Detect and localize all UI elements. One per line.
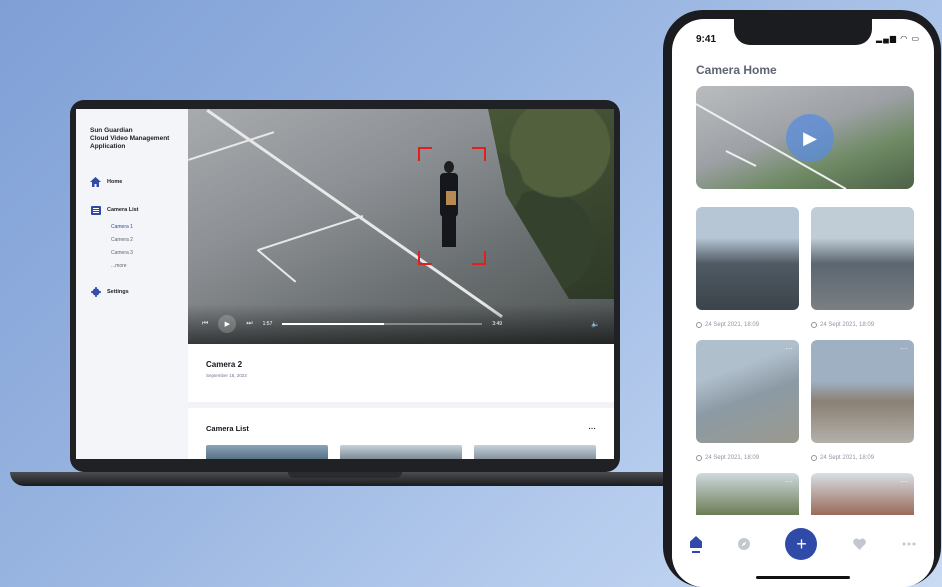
more-icon[interactable]: ··· bbox=[900, 477, 908, 486]
progress-fill bbox=[282, 323, 385, 325]
play-button[interactable]: ▶ bbox=[218, 315, 237, 333]
timestamp: 24 Sept 2021, 18:09 bbox=[820, 322, 875, 328]
tile-caption: 24 Sept 2021, 18:09 bbox=[696, 443, 799, 473]
camera-thumbs bbox=[206, 445, 596, 459]
laptop-hinge bbox=[288, 472, 402, 478]
camera-title: Camera 2 bbox=[206, 360, 243, 369]
volume-icon[interactable]: 🔈 bbox=[591, 320, 600, 328]
detection-frame-corner bbox=[472, 251, 486, 265]
skip-back-icon[interactable]: ⏮ bbox=[202, 320, 208, 328]
tab-favorites[interactable] bbox=[853, 538, 867, 550]
wifi-icon: ◠ bbox=[900, 34, 909, 43]
status-time: 9:41 bbox=[696, 34, 717, 45]
home-indicator bbox=[756, 576, 850, 579]
home-icon bbox=[689, 535, 702, 548]
more-icon[interactable]: ··· bbox=[785, 344, 793, 353]
more-icon[interactable]: ··· bbox=[900, 344, 908, 353]
home-icon bbox=[90, 177, 101, 187]
camera-thumbnail[interactable] bbox=[340, 445, 462, 459]
camera-thumbnail[interactable] bbox=[206, 445, 328, 459]
parking-line bbox=[256, 249, 297, 283]
signal-icon: ▂▄▆ bbox=[876, 34, 897, 43]
detection-frame-corner bbox=[418, 147, 432, 161]
camera-sublist: Camera 1 Camera 2 Camera 3 ...more bbox=[90, 221, 188, 273]
heart-icon bbox=[853, 538, 867, 550]
timestamp: 24 Sept 2021, 18:09 bbox=[705, 455, 760, 461]
page-title: Camera Home bbox=[696, 63, 777, 77]
main-content: ⏮ ▶ ⏭ 1:57 3:49 🔈 Camera 2 September 18,… bbox=[188, 109, 614, 459]
progress-bar[interactable] bbox=[282, 323, 483, 325]
sidebar-item-settings[interactable]: Settings bbox=[90, 287, 188, 297]
tab-more[interactable] bbox=[902, 542, 916, 546]
tab-explore[interactable] bbox=[737, 538, 750, 550]
detection-frame-corner bbox=[418, 251, 432, 265]
camera-tile[interactable] bbox=[696, 207, 799, 310]
elapsed-time: 1:57 bbox=[262, 321, 273, 327]
sidebar-item-camera-2[interactable]: Camera 2 bbox=[111, 234, 188, 247]
sidebar-item-home[interactable]: Home bbox=[90, 177, 188, 187]
camera-tile[interactable]: ··· bbox=[696, 340, 799, 443]
brand-line: Application bbox=[90, 143, 126, 150]
tile-caption: 24 Sept 2021, 18:09 bbox=[811, 310, 914, 340]
duration-time: 3:49 bbox=[492, 321, 503, 327]
clock-icon bbox=[811, 322, 817, 328]
sidebar-item-label: Camera List bbox=[107, 207, 139, 213]
add-camera-button[interactable]: + bbox=[785, 528, 818, 560]
list-icon bbox=[90, 205, 101, 215]
tile-caption: 24 Sept 2021, 18:09 bbox=[811, 443, 914, 473]
phone-screen: 9:41 ▂▄▆ ◠ ▭ Camera Home ▶ 24 Sept 2021,… bbox=[672, 19, 934, 587]
parking-line bbox=[258, 215, 364, 251]
camera-tile[interactable]: ··· bbox=[696, 473, 799, 515]
camera-tile[interactable]: ··· bbox=[811, 473, 914, 515]
detection-frame-corner bbox=[472, 147, 486, 161]
compass-icon bbox=[737, 538, 750, 550]
timestamp: 24 Sept 2021, 18:09 bbox=[820, 455, 875, 461]
tab-home[interactable] bbox=[689, 535, 702, 553]
phone-notch bbox=[734, 19, 872, 45]
sidebar-item-camera-1[interactable]: Camera 1 bbox=[111, 221, 188, 234]
camera-info-card: Camera 2 September 18, 2023 bbox=[188, 344, 614, 402]
camera-list-card: Camera List ··· bbox=[188, 408, 614, 459]
camera-tile[interactable] bbox=[811, 207, 914, 310]
video-player[interactable]: ⏮ ▶ ⏭ 1:57 3:49 🔈 bbox=[188, 109, 614, 344]
more-icon bbox=[902, 542, 916, 546]
skip-forward-icon[interactable]: ⏭ bbox=[246, 320, 252, 328]
camera-date: September 18, 2023 bbox=[206, 373, 247, 378]
gear-icon bbox=[90, 287, 101, 297]
camera-thumbnail[interactable] bbox=[474, 445, 596, 459]
camera-list-title: Camera List bbox=[206, 424, 249, 433]
clock-icon bbox=[696, 455, 702, 461]
sidebar-item-label: Home bbox=[107, 179, 123, 185]
sidebar-item-more[interactable]: ...more bbox=[111, 260, 188, 273]
laptop-screen: Sun Guardian Cloud Video Management Appl… bbox=[76, 109, 614, 459]
play-button[interactable]: ▶ bbox=[786, 114, 834, 162]
sidebar-item-camera-list[interactable]: Camera List bbox=[90, 205, 188, 215]
clock-icon bbox=[696, 322, 702, 328]
battery-icon: ▭ bbox=[911, 34, 920, 43]
sidebar-item-camera-3[interactable]: Camera 3 bbox=[111, 247, 188, 260]
app-brand: Sun Guardian Cloud Video Management Appl… bbox=[90, 127, 188, 151]
brand-line: Sun Guardian bbox=[90, 127, 133, 134]
camera-grid: 24 Sept 2021, 18:09 24 Sept 2021, 18:09 … bbox=[696, 207, 914, 515]
status-icons: ▂▄▆ ◠ ▭ bbox=[876, 34, 920, 43]
detected-person bbox=[436, 161, 462, 249]
sidebar: Sun Guardian Cloud Video Management Appl… bbox=[76, 109, 188, 459]
featured-camera[interactable]: ▶ bbox=[696, 86, 914, 189]
player-controls: ⏮ ▶ ⏭ 1:57 3:49 🔈 bbox=[188, 304, 614, 344]
clock-icon bbox=[811, 455, 817, 461]
brand-line: Cloud Video Management bbox=[90, 135, 170, 142]
timestamp: 24 Sept 2021, 18:09 bbox=[705, 322, 760, 328]
more-icon[interactable]: ··· bbox=[785, 477, 793, 486]
sidebar-item-label: Settings bbox=[107, 289, 129, 295]
camera-tile[interactable]: ··· bbox=[811, 340, 914, 443]
tile-caption: 24 Sept 2021, 18:09 bbox=[696, 310, 799, 340]
more-button[interactable]: ··· bbox=[589, 424, 597, 433]
